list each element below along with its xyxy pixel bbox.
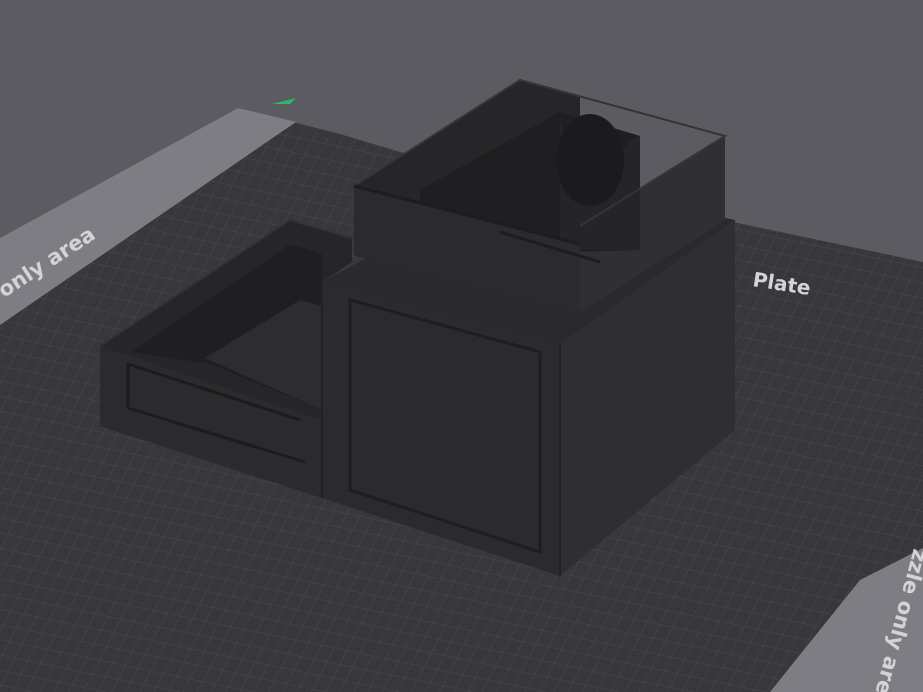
3d-viewport[interactable]: only area zzle only area Plate (0, 0, 923, 692)
scene-canvas[interactable]: only area zzle only area Plate (0, 0, 923, 692)
axis-arrow-icon (272, 98, 296, 104)
